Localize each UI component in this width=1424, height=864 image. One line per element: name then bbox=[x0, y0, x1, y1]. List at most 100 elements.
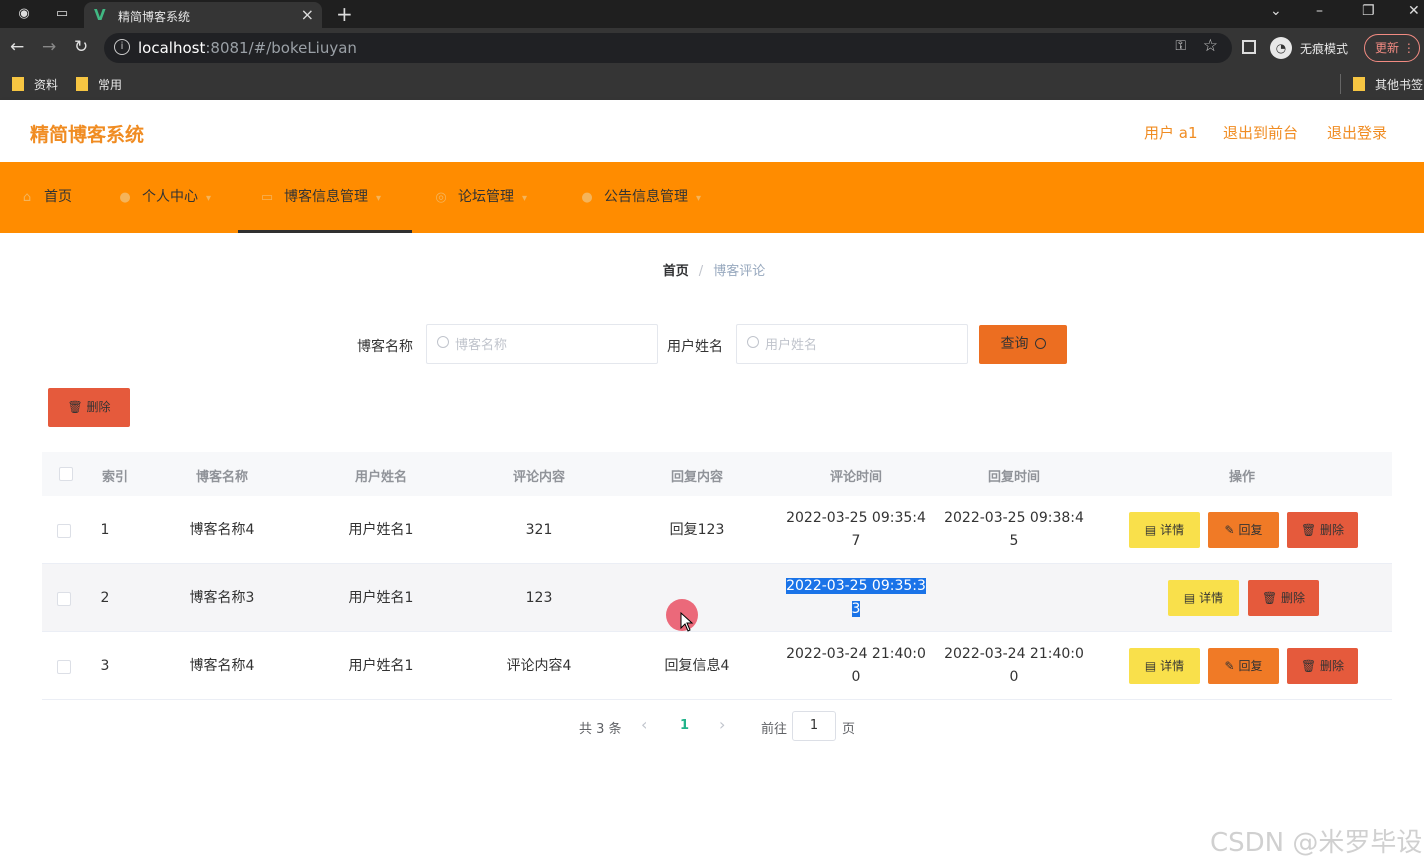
incognito-label: 无痕模式 bbox=[1300, 42, 1349, 56]
folder-icon bbox=[76, 77, 88, 91]
query-button[interactable]: 查询 bbox=[979, 325, 1067, 364]
detail-button[interactable]: ▤ 详情 bbox=[1168, 580, 1239, 616]
notice-icon: ● bbox=[581, 190, 593, 205]
trash-icon: 🗑 bbox=[1300, 523, 1317, 537]
reply-button[interactable]: ✎ 回复 bbox=[1208, 512, 1279, 548]
next-page-icon[interactable]: › bbox=[719, 715, 725, 734]
breadcrumb-separator: / bbox=[698, 264, 704, 279]
folder-icon bbox=[1353, 77, 1365, 91]
reload-icon[interactable]: ↻ bbox=[74, 37, 88, 57]
blog-name-search-field[interactable] bbox=[426, 324, 658, 364]
home-icon: ⌂ bbox=[22, 190, 32, 205]
exit-to-front-link[interactable]: 退出到前台 bbox=[1223, 122, 1298, 143]
user-icon: ● bbox=[119, 190, 131, 205]
current-user-label: 用户 a1 bbox=[1144, 124, 1198, 142]
bookmark-folder[interactable]: 常用 bbox=[76, 76, 122, 92]
bookmark-star-icon[interactable]: ☆ bbox=[1203, 36, 1218, 56]
browser-address-bar: ← → ↻ i localhost:8081/#/bokeLiuyan ⚿ ☆ … bbox=[0, 28, 1424, 68]
column-header: 回复内容 bbox=[670, 470, 723, 485]
table-row: 2 博客名称3 用户姓名1 123 2022-03-25 09:35:3 3 ▤ … bbox=[42, 564, 1392, 632]
browser-tab[interactable]: V 精简博客系统 × bbox=[84, 2, 322, 28]
user-name-cell: 用户姓名1 bbox=[348, 590, 414, 606]
batch-delete-button[interactable]: 🗑 删除 bbox=[48, 388, 130, 427]
back-icon[interactable]: ← bbox=[10, 37, 24, 57]
document-icon: ▤ bbox=[1144, 523, 1157, 537]
minimize-icon[interactable]: – bbox=[1316, 3, 1323, 19]
site-info-icon[interactable]: i bbox=[114, 39, 130, 55]
table-row: 1 博客名称4 用户姓名1 321 回复123 2022-03-25 09:35… bbox=[42, 496, 1392, 564]
pagination-total: 共 3 条 bbox=[579, 722, 622, 737]
detail-button[interactable]: ▤ 详情 bbox=[1129, 648, 1200, 684]
row-checkbox[interactable] bbox=[57, 660, 71, 674]
menu-item-blog-management[interactable]: ▭ 博客信息管理 ▾ bbox=[238, 162, 412, 233]
restore-icon[interactable]: ❐ bbox=[1362, 3, 1375, 19]
menu-item-forum-management[interactable]: ◎ 论坛管理 ▾ bbox=[434, 162, 527, 233]
table-row: 3 博客名称4 用户姓名1 评论内容4 回复信息4 2022-03-24 21:… bbox=[42, 632, 1392, 700]
reply-button[interactable]: ✎ 回复 bbox=[1208, 648, 1279, 684]
close-tab-icon[interactable]: × bbox=[301, 5, 314, 24]
comment-time-cell: 2022-03-25 09:35:4 7 bbox=[786, 510, 926, 549]
detail-button[interactable]: ▤ 详情 bbox=[1129, 512, 1200, 548]
browser-menu-icon[interactable]: ◉ bbox=[16, 6, 32, 22]
column-header: 回复时间 bbox=[987, 470, 1040, 485]
trash-icon: 🗑 bbox=[1300, 659, 1317, 673]
trash-icon: 🗑 bbox=[1261, 591, 1278, 605]
blog-icon: ▭ bbox=[260, 190, 274, 205]
user-name-search-field[interactable] bbox=[736, 324, 968, 364]
goto-page-input[interactable]: 1 bbox=[792, 711, 836, 741]
row-checkbox[interactable] bbox=[57, 524, 71, 538]
comment-time-cell: 2022-03-25 09:35:3 3 bbox=[786, 578, 926, 617]
trash-icon: 🗑 bbox=[67, 400, 83, 414]
bookmark-folder-other[interactable]: 其他书签 bbox=[1353, 76, 1423, 92]
forum-icon: ◎ bbox=[435, 190, 447, 205]
tab-list-icon[interactable]: ⌄ bbox=[1270, 3, 1282, 19]
document-icon: ▤ bbox=[1144, 659, 1157, 673]
search-icon bbox=[747, 336, 759, 348]
url-text: localhost:8081/#/bokeLiuyan bbox=[138, 39, 357, 57]
row-checkbox[interactable] bbox=[57, 592, 71, 606]
delete-button[interactable]: 🗑 删除 bbox=[1287, 512, 1358, 548]
table-header: 索引 博客名称 用户姓名 评论内容 回复内容 评论时间 回复时间 操作 bbox=[42, 452, 1392, 496]
breadcrumb-card: 首页 / 博客评论 bbox=[20, 246, 1408, 290]
breadcrumb-home[interactable]: 首页 bbox=[663, 264, 689, 279]
menu-item-personal-center[interactable]: ● 个人中心 ▾ bbox=[118, 162, 211, 233]
app-title: 精简博客系统 bbox=[30, 124, 145, 146]
blog-name-input[interactable] bbox=[455, 333, 645, 355]
logout-link[interactable]: 退出登录 bbox=[1327, 122, 1387, 143]
user-name-input[interactable] bbox=[765, 333, 955, 355]
bookmark-folder[interactable]: 资料 bbox=[12, 76, 58, 92]
delete-button[interactable]: 🗑 删除 bbox=[1287, 648, 1358, 684]
current-page-number[interactable]: 1 bbox=[680, 718, 689, 733]
column-header: 博客名称 bbox=[195, 470, 248, 485]
bookmarks-bar: 资料 常用 其他书签 bbox=[0, 68, 1424, 100]
side-panel-icon[interactable] bbox=[1242, 40, 1256, 54]
tab-search-icon[interactable]: ▭ bbox=[54, 6, 70, 22]
comment-time-cell: 2022-03-24 21:40:0 0 bbox=[786, 646, 926, 685]
new-tab-icon[interactable]: + bbox=[336, 2, 353, 26]
breadcrumb: 首页 / 博客评论 bbox=[20, 260, 1408, 279]
incognito-icon: ◔ bbox=[1270, 37, 1292, 59]
folder-icon bbox=[12, 77, 24, 91]
search-icon bbox=[437, 336, 449, 348]
menu-item-home[interactable]: ⌂ 首页 bbox=[20, 162, 72, 233]
forward-icon[interactable]: → bbox=[42, 37, 56, 57]
column-header: 评论时间 bbox=[829, 470, 882, 485]
blog-name-cell: 博客名称3 bbox=[189, 590, 255, 606]
select-all-checkbox[interactable] bbox=[59, 467, 73, 481]
document-icon: ▤ bbox=[1183, 591, 1196, 605]
user-name-cell: 用户姓名1 bbox=[348, 658, 414, 674]
delete-button[interactable]: 🗑 删除 bbox=[1248, 580, 1319, 616]
menu-item-notice-management[interactable]: ● 公告信息管理 ▾ bbox=[580, 162, 701, 233]
user-name-label: 用户姓名 bbox=[667, 339, 723, 355]
chevron-down-icon: ▾ bbox=[522, 193, 528, 204]
column-header: 评论内容 bbox=[512, 470, 565, 485]
edit-icon: ✎ bbox=[1224, 659, 1235, 673]
vue-logo-icon: V bbox=[94, 6, 106, 24]
search-icon bbox=[1034, 338, 1046, 349]
password-key-icon[interactable]: ⚿ bbox=[1175, 38, 1186, 54]
prev-page-icon[interactable]: ‹ bbox=[641, 715, 647, 734]
user-name-cell: 用户姓名1 bbox=[348, 522, 414, 538]
window-close-icon[interactable]: ✕ bbox=[1408, 3, 1420, 19]
url-field[interactable]: i localhost:8081/#/bokeLiuyan ⚿ ☆ bbox=[104, 33, 1232, 63]
update-button[interactable]: 更新 ⋮ bbox=[1364, 34, 1420, 62]
